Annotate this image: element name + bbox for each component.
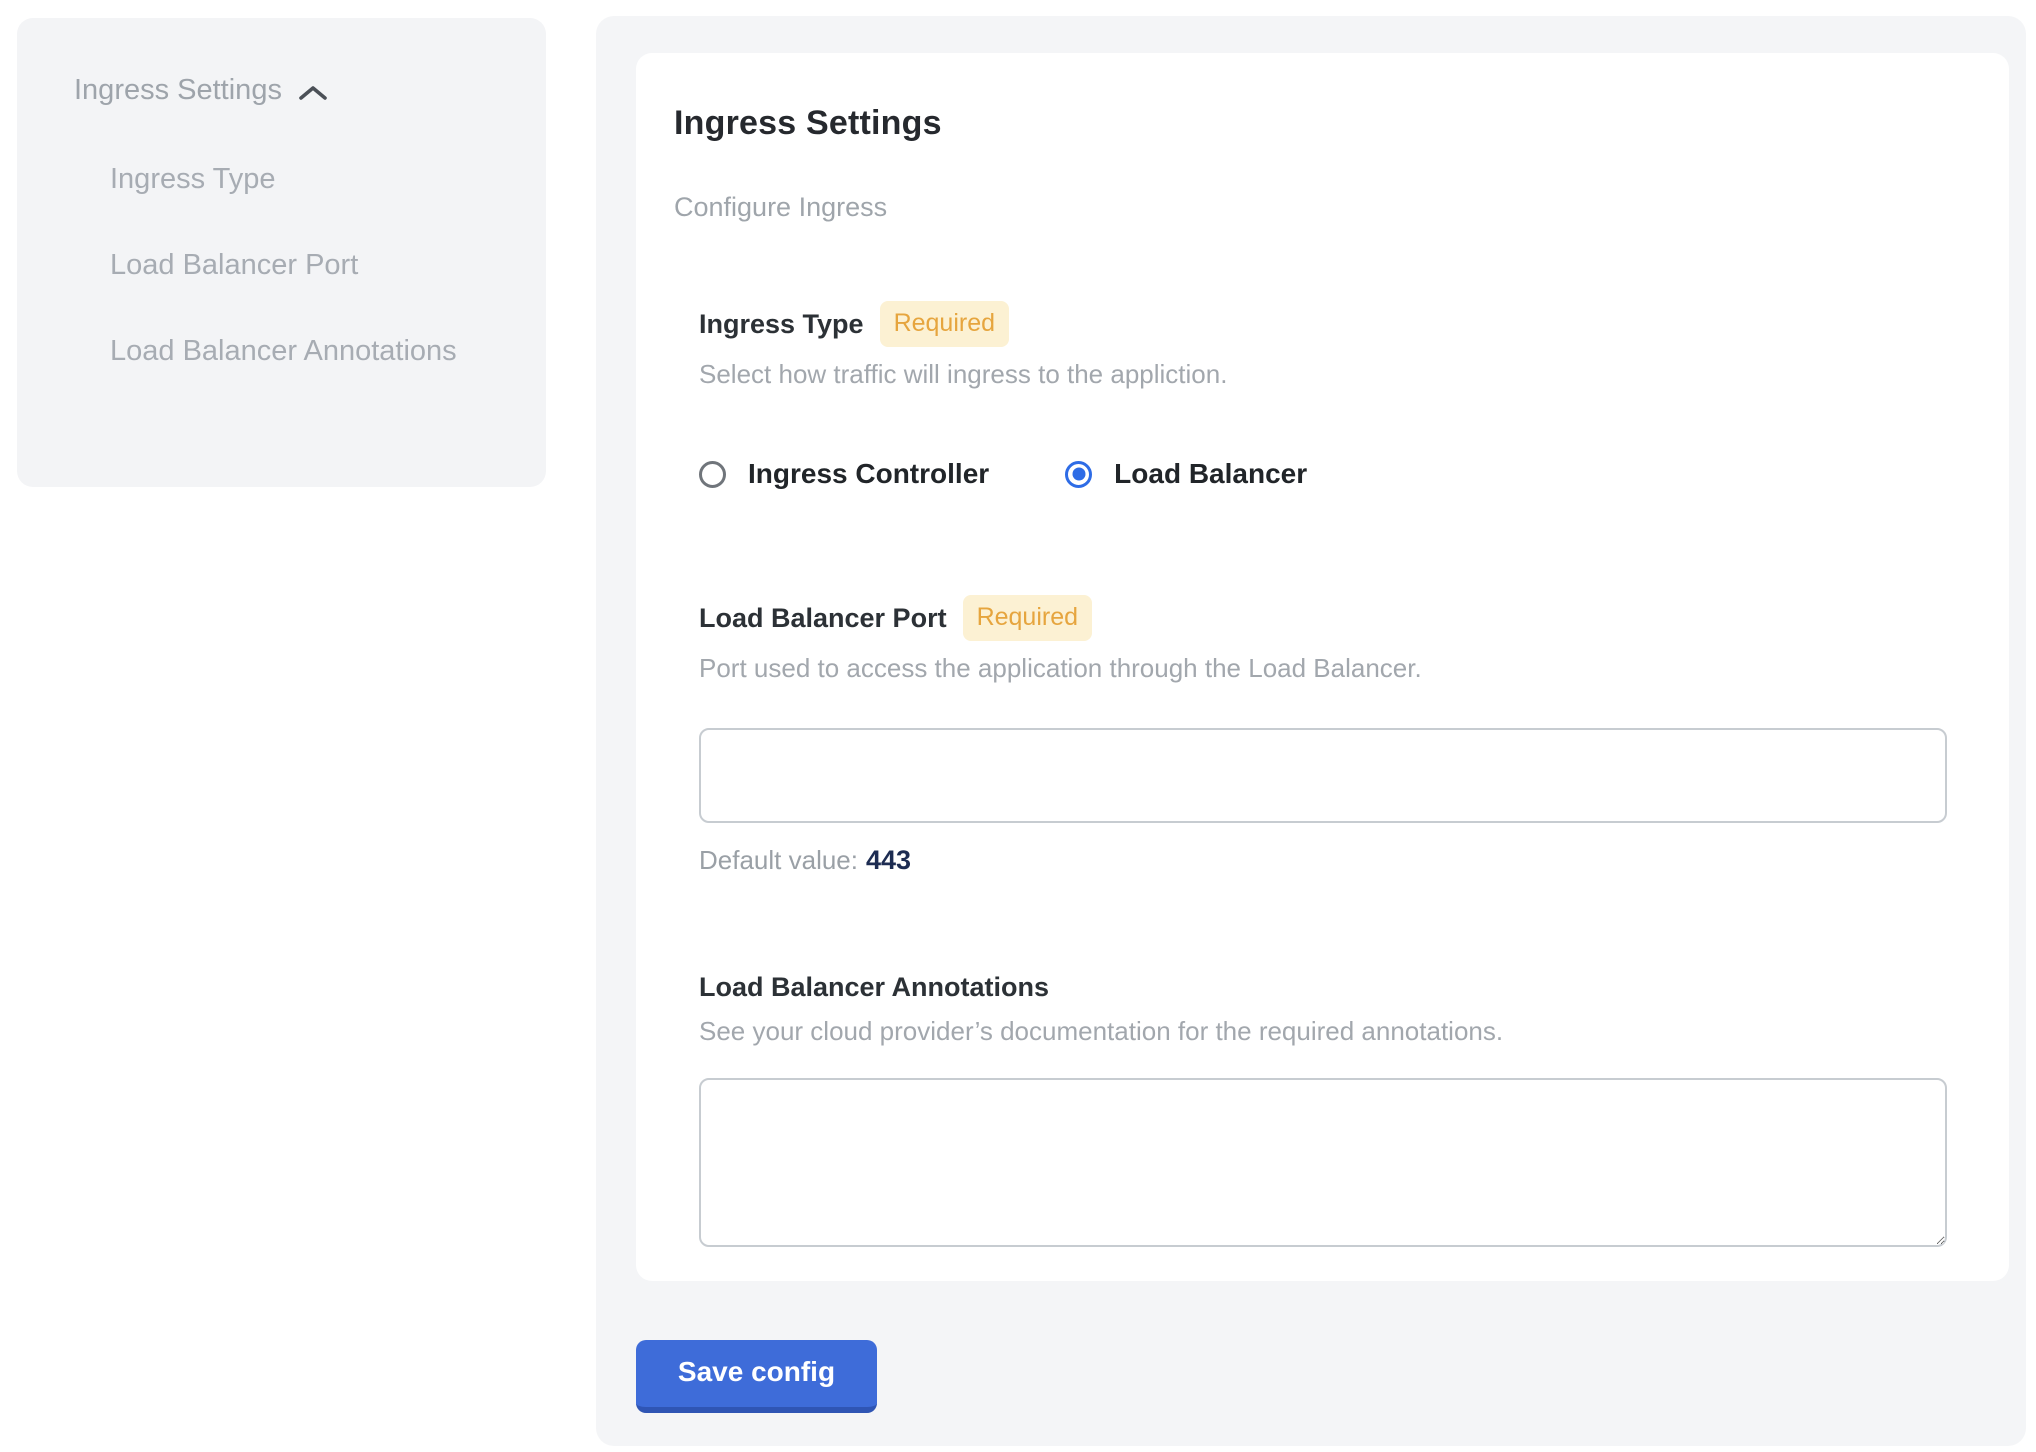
page-title: Ingress Settings [674,103,1971,143]
save-config-button[interactable]: Save config [636,1340,877,1413]
radio-ingress-controller-label: Ingress Controller [748,458,989,490]
default-value-label: Default value: [699,845,858,875]
sidebar-item-ingress-type[interactable]: Ingress Type [110,149,480,209]
ingress-type-description: Select how traffic will ingress to the a… [699,358,1947,390]
ingress-type-radio-group: Ingress Controller Load Balancer [699,458,1947,490]
section-load-balancer-port: Load Balancer Port Required Port used to… [699,595,1947,876]
lb-port-label-text: Load Balancer Port [699,601,947,635]
ingress-type-label: Ingress Type Required [699,301,1947,347]
settings-nav-sidebar: Ingress Settings Ingress Type Load Balan… [17,18,546,487]
sidebar-item-load-balancer-port[interactable]: Load Balancer Port [110,235,480,295]
lb-annotations-label: Load Balancer Annotations [699,970,1947,1004]
form-sections: Ingress Type Required Select how traffic… [699,301,1947,1247]
radio-ingress-controller-circle[interactable] [699,461,726,488]
page-subtitle: Configure Ingress [674,191,1971,223]
lb-annotations-label-text: Load Balancer Annotations [699,970,1049,1004]
lb-port-input[interactable] [699,728,1947,823]
section-load-balancer-annotations: Load Balancer Annotations See your cloud… [699,970,1947,1247]
lb-annotations-description: See your cloud provider’s documentation … [699,1015,1947,1047]
lb-port-default-row: Default value: 443 [699,844,1947,876]
section-ingress-type: Ingress Type Required Select how traffic… [699,301,1947,490]
radio-load-balancer-circle[interactable] [1065,461,1092,488]
default-value-number: 443 [866,845,911,875]
ingress-settings-card: Ingress Settings Configure Ingress Ingre… [636,53,2009,1281]
lb-port-label: Load Balancer Port Required [699,595,1947,641]
sidebar-item-load-balancer-annotations[interactable]: Load Balancer Annotations [110,321,480,381]
lb-annotations-textarea[interactable] [699,1078,1947,1247]
sidebar-group-label: Ingress Settings [74,74,282,107]
ingress-settings-panel: Ingress Settings Configure Ingress Ingre… [596,16,2026,1446]
radio-load-balancer[interactable]: Load Balancer [1065,458,1307,490]
lb-port-description: Port used to access the application thro… [699,652,1947,684]
sidebar-group-ingress-settings[interactable]: Ingress Settings [74,74,506,107]
sidebar-item-list: Ingress Type Load Balancer Port Load Bal… [74,149,506,381]
required-badge: Required [963,595,1092,641]
ingress-type-label-text: Ingress Type [699,307,864,341]
radio-load-balancer-label: Load Balancer [1114,458,1307,490]
chevron-up-icon [298,84,328,102]
required-badge: Required [880,301,1009,347]
radio-ingress-controller[interactable]: Ingress Controller [699,458,989,490]
